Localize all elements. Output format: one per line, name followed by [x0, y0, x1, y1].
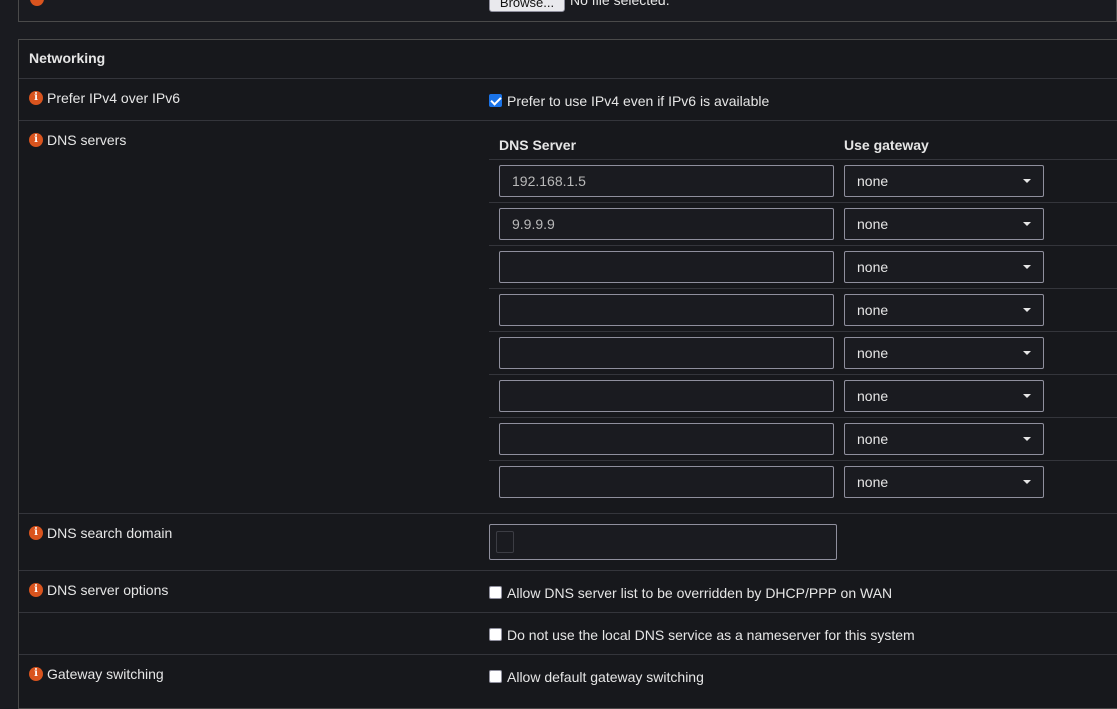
use-gateway-value: none	[857, 345, 889, 361]
info-icon[interactable]: i	[29, 133, 43, 147]
prefer-ipv4-checkbox-label: Prefer to use IPv4 even if IPv6 is avail…	[507, 93, 770, 109]
chevron-down-icon	[1023, 480, 1031, 484]
gateway-switching-label: Gateway switching	[47, 666, 164, 682]
dns-server-input[interactable]: 9.9.9.9	[499, 208, 834, 240]
use-gateway-value: none	[857, 388, 889, 404]
use-gateway-value: none	[857, 431, 889, 447]
use-gateway-column-header: Use gateway	[844, 137, 929, 153]
dns-server-column-header: DNS Server	[499, 137, 577, 153]
chevron-down-icon	[1023, 351, 1031, 355]
gateway-switching-checkbox-label: Allow default gateway switching	[507, 669, 704, 685]
info-icon[interactable]: i	[29, 583, 43, 597]
use-gateway-select[interactable]: none	[844, 294, 1044, 326]
no-file-text: No file selected.	[570, 0, 670, 8]
use-gateway-value: none	[857, 474, 889, 490]
dns-server-input[interactable]	[499, 466, 834, 498]
dns-row-divider	[489, 202, 1117, 203]
dns-server-input[interactable]	[499, 294, 834, 326]
chevron-down-icon	[1023, 179, 1031, 183]
use-gateway-select[interactable]: none	[844, 380, 1044, 412]
dns-row-divider	[489, 159, 1117, 160]
use-gateway-value: none	[857, 302, 889, 318]
use-gateway-select[interactable]: none	[844, 423, 1044, 455]
use-gateway-value: none	[857, 216, 889, 232]
section-title: Networking	[29, 50, 106, 66]
use-gateway-select[interactable]: none	[844, 165, 1044, 197]
use-gateway-value: none	[857, 259, 889, 275]
dns-row-divider	[489, 460, 1117, 461]
info-icon[interactable]: i	[29, 526, 43, 540]
section-header-row	[19, 40, 1117, 79]
dns-server-input[interactable]	[499, 423, 834, 455]
use-gateway-select[interactable]: none	[844, 466, 1044, 498]
dns-override-label: Allow DNS server list to be overridden b…	[507, 585, 893, 601]
use-gateway-select[interactable]: none	[844, 337, 1044, 369]
dns-row-divider	[489, 245, 1117, 246]
browse-button[interactable]: Browse...	[489, 0, 565, 12]
dns-servers-label: DNS servers	[47, 132, 127, 148]
dns-server-input[interactable]: 192.168.1.5	[499, 165, 834, 197]
prefer-ipv4-checkbox[interactable]	[489, 94, 502, 107]
chevron-down-icon	[1023, 394, 1031, 398]
use-gateway-value: none	[857, 173, 889, 189]
dns-row-divider	[489, 374, 1117, 375]
previous-section-panel	[18, 0, 1117, 22]
use-gateway-select[interactable]: none	[844, 208, 1044, 240]
dns-server-input[interactable]	[499, 337, 834, 369]
dns-row-divider	[489, 331, 1117, 332]
chevron-down-icon	[1023, 222, 1031, 226]
use-gateway-select[interactable]: none	[844, 251, 1044, 283]
text-cursor-box	[496, 531, 514, 553]
dns-server-input[interactable]	[499, 380, 834, 412]
info-icon[interactable]: i	[29, 91, 43, 105]
local-dns-label: Do not use the local DNS service as a na…	[507, 627, 915, 643]
info-icon[interactable]: i	[29, 667, 43, 681]
chevron-down-icon	[1023, 265, 1031, 269]
local-dns-checkbox[interactable]	[489, 628, 502, 641]
dns-row-divider	[489, 288, 1117, 289]
dns-options-label: DNS server options	[47, 582, 169, 598]
chevron-down-icon	[1023, 437, 1031, 441]
dns-search-domain-input[interactable]	[489, 524, 837, 560]
dns-row-divider	[489, 417, 1117, 418]
prefer-ipv4-label: Prefer IPv4 over IPv6	[47, 90, 181, 106]
chevron-down-icon	[1023, 308, 1031, 312]
gateway-switching-checkbox[interactable]	[489, 670, 502, 683]
dns-server-input[interactable]	[499, 251, 834, 283]
dns-search-label: DNS search domain	[47, 525, 173, 541]
dns-override-checkbox[interactable]	[489, 586, 502, 599]
